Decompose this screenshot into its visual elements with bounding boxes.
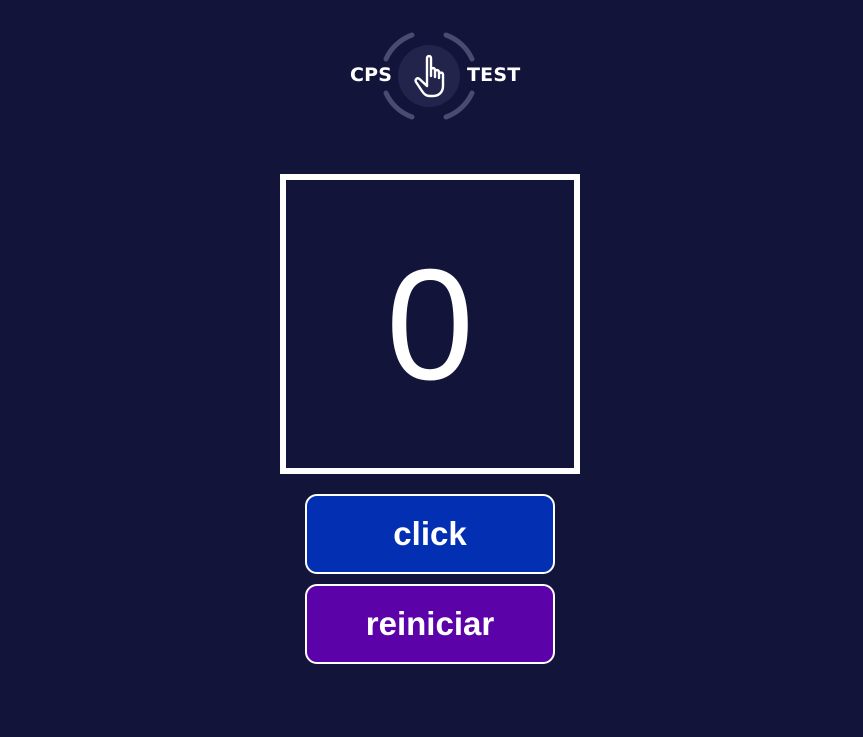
- click-button[interactable]: click: [305, 494, 555, 574]
- click-button-label: click: [393, 515, 467, 552]
- reset-button-label: reiniciar: [365, 605, 495, 642]
- click-count: 0: [386, 237, 474, 413]
- reset-button[interactable]: reiniciar: [305, 584, 555, 664]
- logo-text-test: TEST: [467, 64, 521, 86]
- click-counter-display: 0: [280, 174, 580, 474]
- logo-ring-icon: [383, 32, 475, 120]
- logo-text-cps: CPS: [350, 64, 393, 86]
